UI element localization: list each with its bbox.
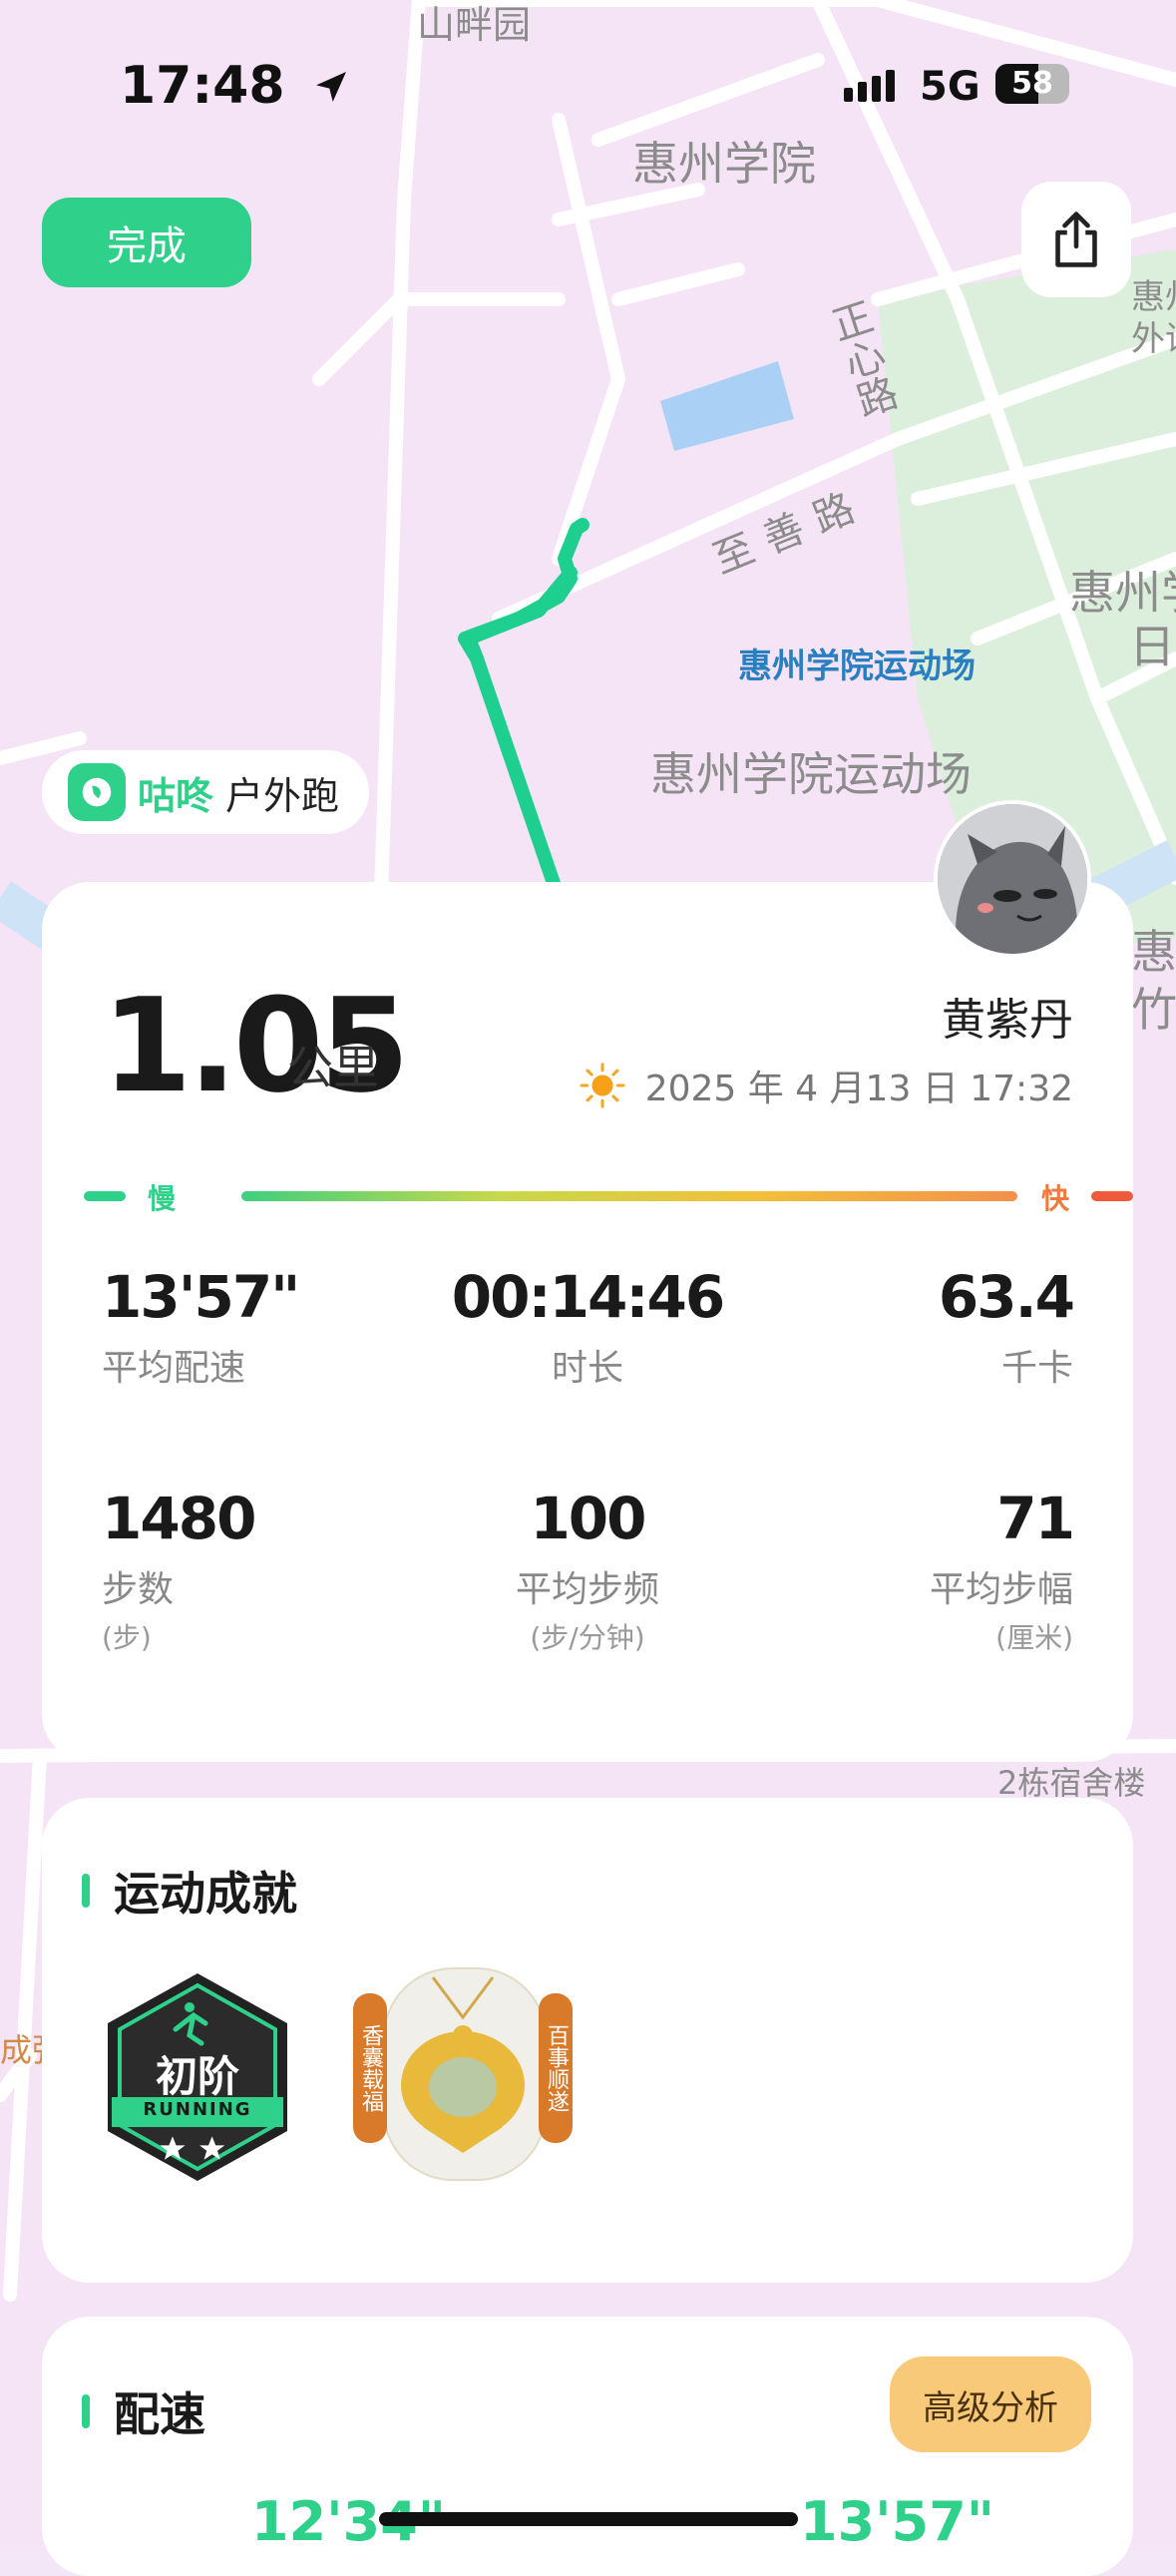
stat-label: 步数 <box>102 1569 175 1610</box>
stat-value: 00:14:46 <box>451 1263 726 1331</box>
date-text: 2025 年 4 月13 日 17:32 <box>644 1069 1073 1109</box>
share-icon <box>1055 212 1097 267</box>
stat-unit: (步/分钟) <box>530 1621 645 1654</box>
map-label: 外语 <box>1131 319 1176 359</box>
user-name: 黄紫丹 <box>942 995 1073 1046</box>
stat-label: 平均步幅 <box>929 1569 1073 1610</box>
activity-type: 户外跑 <box>225 773 340 818</box>
signal-icon <box>844 70 895 102</box>
codoon-logo-icon <box>68 763 126 821</box>
stat-label: 平均步频 <box>515 1569 659 1610</box>
map-label: 日 <box>1129 620 1175 673</box>
map-label: 惠 <box>1131 925 1176 979</box>
clock: 17:48 <box>120 56 285 116</box>
ribbon-text: 百事顺遂 <box>544 2024 569 2112</box>
stat-avg-pace: 13'57" 平均配速 <box>102 1263 421 1391</box>
badge-right-ribbon: 百事顺遂 <box>539 1993 573 2143</box>
badge-sachet-blessing[interactable]: 香囊载福 百事顺遂 <box>353 1957 573 2187</box>
map-label-poi: 惠州学院运动场 <box>738 646 976 686</box>
stat-label: 时长 <box>551 1348 623 1389</box>
stat-steps: 1480 步数 (步) <box>102 1485 421 1656</box>
status-time: 17:48 <box>120 56 351 116</box>
stat-unit: (步) <box>102 1621 152 1654</box>
stat-label: 千卡 <box>1000 1348 1073 1389</box>
stat-value: 1480 <box>102 1485 256 1552</box>
achievements-card: 运动成就 初阶 RUNNING 香囊载福 百事顺遂 <box>42 1798 1133 2283</box>
pace-gradient-bar: 慢 快 <box>84 1181 1133 1215</box>
activity-date: 2025 年 4 月13 日 17:32 <box>580 1060 1073 1111</box>
stat-value: 100 <box>530 1485 646 1552</box>
badge-subtext: RUNNING <box>143 2099 252 2120</box>
route-line <box>458 518 589 905</box>
stat-value: 13'57" <box>102 1263 300 1331</box>
stat-value: 71 <box>996 1485 1075 1552</box>
stat-duration: 00:14:46 时长 <box>428 1263 747 1391</box>
battery-level: 58 <box>1011 66 1053 101</box>
stat-calories: 63.4 千卡 <box>754 1263 1075 1391</box>
network-label: 5G <box>920 64 980 110</box>
battery-icon: 58 <box>995 64 1069 104</box>
location-arrow-icon <box>315 72 346 102</box>
share-button[interactable] <box>1021 182 1131 297</box>
stat-cadence: 100 平均步频 (步/分钟) <box>428 1485 747 1656</box>
avatar-image <box>938 804 1087 954</box>
pace-average-value: 13'57" <box>800 2490 994 2553</box>
stat-unit: (厘米) <box>995 1621 1073 1654</box>
achievements-title: 运动成就 <box>82 1858 297 1924</box>
ribbon-text: 香囊载福 <box>358 2024 383 2112</box>
map-label: 惠州学院运动场 <box>650 747 972 801</box>
stat-value: 63.4 <box>938 1263 1075 1331</box>
brand-name: 咕咚 <box>138 773 214 818</box>
pace-card: 配速 高级分析 12'34" 13'57" <box>42 2317 1133 2576</box>
status-bar: 17:48 5G 58 <box>0 0 1176 180</box>
pace-title: 配速 <box>82 2378 205 2444</box>
pace-fast-label: 快 <box>1041 1182 1070 1215</box>
badge-text: 初阶 <box>155 2052 239 2101</box>
advanced-analysis-button[interactable]: 高级分析 <box>890 2357 1091 2452</box>
sun-icon <box>580 1063 625 1108</box>
stat-stride: 71 平均步幅 (厘米) <box>754 1485 1075 1656</box>
home-indicator[interactable] <box>379 2512 798 2526</box>
avatar[interactable] <box>934 800 1091 958</box>
badge-left-ribbon: 香囊载福 <box>353 1993 387 2143</box>
map-label: 竹 <box>1131 983 1176 1037</box>
pace-slow-label: 慢 <box>148 1182 177 1215</box>
activity-tag: 咕咚 户外跑 <box>42 750 370 834</box>
summary-card: 1.05 公里 黄紫丹 2025 年 4 月13 日 17:32 慢 快 13'… <box>42 882 1133 1762</box>
done-button[interactable]: 完成 <box>42 198 251 287</box>
badge-beginner-running[interactable]: 初阶 RUNNING <box>98 1969 297 2185</box>
achievements-title-text: 运动成就 <box>114 1867 297 1921</box>
stat-label: 平均配速 <box>102 1348 246 1389</box>
distance-unit: 公里 <box>287 1041 379 1094</box>
pace-title-text: 配速 <box>114 2387 205 2441</box>
